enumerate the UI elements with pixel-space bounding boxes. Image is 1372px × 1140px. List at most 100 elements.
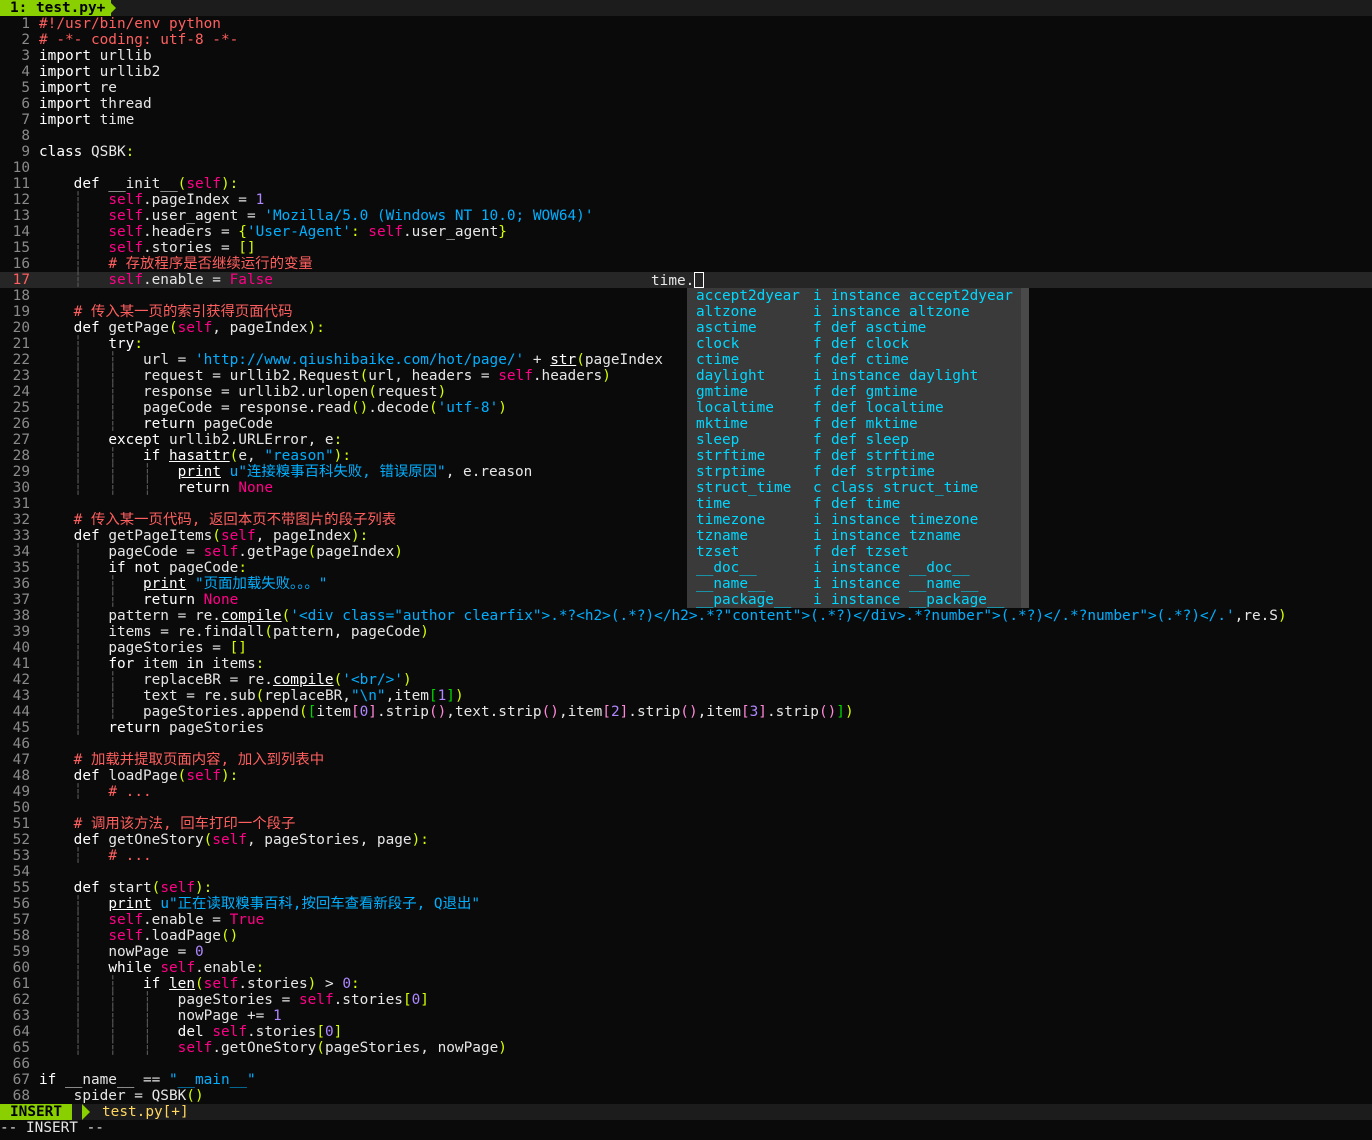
completion-word: sleep	[696, 432, 740, 448]
completion-item[interactable]: accept2dyear i instance accept2dyear	[687, 288, 1029, 304]
completion-item[interactable]: daylight i instance daylight	[687, 368, 1029, 384]
code-line[interactable]: 66	[0, 1056, 1372, 1072]
code-line[interactable]: 61 ┆ ┆ if len(self.stories) > 0:	[0, 976, 1372, 992]
code-line[interactable]: 23 ┆ ┆ request = urllib2.Request(url, he…	[0, 368, 1372, 384]
code-line[interactable]: 55 def start(self):	[0, 880, 1372, 896]
completion-kind: i	[813, 512, 822, 528]
line-number: 9	[21, 144, 30, 160]
code-line[interactable]: 49 ┆ # ...	[0, 784, 1372, 800]
code-line[interactable]: 15 ┆ self.stories = []	[0, 240, 1372, 256]
code-line[interactable]: 25 ┆ ┆ pageCode = response.read().decode…	[0, 400, 1372, 416]
line-number: 20	[12, 320, 30, 336]
completion-word: gmtime	[696, 384, 748, 400]
code-line[interactable]: 40 ┆ pageStories = []	[0, 640, 1372, 656]
completion-item[interactable]: time f def time	[687, 496, 1029, 512]
code-line[interactable]: 45 ┆ return pageStories	[0, 720, 1372, 736]
line-number: 55	[12, 880, 30, 896]
code-line[interactable]: 4 import urllib2	[0, 64, 1372, 80]
code-line[interactable]: 62 ┆ ┆ ┆ pageStories = self.stories[0]	[0, 992, 1372, 1008]
code-line[interactable]: 31	[0, 496, 1372, 512]
code-line[interactable]: 21 ┆ try:	[0, 336, 1372, 352]
line-number: 2	[21, 32, 30, 48]
code-line[interactable]: 53 ┆ # ...	[0, 848, 1372, 864]
code-line[interactable]: 52 def getOneStory(self, pageStories, pa…	[0, 832, 1372, 848]
code-line[interactable]: 67 if __name__ == "__main__"	[0, 1072, 1372, 1088]
code-line[interactable]: 64 ┆ ┆ ┆ del self.stories[0]	[0, 1024, 1372, 1040]
code-line[interactable]: 39 ┆ items = re.findall(pattern, pageCod…	[0, 624, 1372, 640]
code-line[interactable]: 58 ┆ self.loadPage()	[0, 928, 1372, 944]
code-line[interactable]: 7 import time	[0, 112, 1372, 128]
code-line[interactable]: 10	[0, 160, 1372, 176]
completion-menu[interactable]: accept2dyear i instance accept2dyear altzon…	[687, 288, 1029, 608]
code-line[interactable]: 30 ┆ ┆ ┆ return None	[0, 480, 1372, 496]
code-line[interactable]: 19 # 传入某一页的索引获得页面代码	[0, 304, 1372, 320]
code-line[interactable]: 24 ┆ ┆ response = urllib2.urlopen(reques…	[0, 384, 1372, 400]
code-line[interactable]: 14 ┆ self.headers = {'User-Agent': self.…	[0, 224, 1372, 240]
code-line[interactable]: 1 #!/usr/bin/env python	[0, 16, 1372, 32]
code-line[interactable]: 29 ┆ ┆ ┆ print u"连接糗事百科失败, 错误原因", e.reas…	[0, 464, 1372, 480]
code-line[interactable]: 17 ┆ self.enable = False time.	[0, 272, 1372, 289]
code-line[interactable]: 3 import urllib	[0, 48, 1372, 64]
code-line[interactable]: 56 ┆ print u"正在读取糗事百科,按回车查看新段子, Q退出"	[0, 896, 1372, 912]
code-line[interactable]: 33 def getPageItems(self, pageIndex):	[0, 528, 1372, 544]
code-line[interactable]: 47 # 加载并提取页面内容, 加入到列表中	[0, 752, 1372, 768]
code-line[interactable]: 8	[0, 128, 1372, 144]
completion-item[interactable]: mktime f def mktime	[687, 416, 1029, 432]
code-line[interactable]: 16 ┆ # 存放程序是否继续运行的变量	[0, 256, 1372, 272]
completion-item[interactable]: timezone i instance timezone	[687, 512, 1029, 528]
code-line[interactable]: 63 ┆ ┆ ┆ nowPage += 1	[0, 1008, 1372, 1024]
completion-item[interactable]: asctime f def asctime	[687, 320, 1029, 336]
code-line[interactable]: 12 ┆ self.pageIndex = 1	[0, 192, 1372, 208]
code-line[interactable]: 27 ┆ except urllib2.URLError, e:	[0, 432, 1372, 448]
code-line[interactable]: 41 ┆ for item in items:	[0, 656, 1372, 672]
code-line[interactable]: 46	[0, 736, 1372, 752]
completion-item[interactable]: ctime f def ctime	[687, 352, 1029, 368]
code-line[interactable]: 48 def loadPage(self):	[0, 768, 1372, 784]
code-line[interactable]: 35 ┆ if not pageCode:	[0, 560, 1372, 576]
command-line[interactable]: -- INSERT --	[0, 1120, 1372, 1136]
code-line[interactable]: 51 # 调用该方法, 回车打印一个段子	[0, 816, 1372, 832]
code-line[interactable]: 26 ┆ ┆ return pageCode	[0, 416, 1372, 432]
completion-item[interactable]: clock f def clock	[687, 336, 1029, 352]
completion-item[interactable]: altzone i instance altzone	[687, 304, 1029, 320]
editor-buffer[interactable]: 1 #!/usr/bin/env python 2 # -*- coding: utf…	[0, 16, 1372, 1104]
line-number: 1	[21, 16, 30, 32]
code-line[interactable]: 54	[0, 864, 1372, 880]
code-line[interactable]: 50	[0, 800, 1372, 816]
code-line[interactable]: 65 ┆ ┆ ┆ self.getOneStory(pageStories, n…	[0, 1040, 1372, 1056]
code-line[interactable]: 38 ┆ pattern = re.compile('<div class="a…	[0, 608, 1372, 624]
code-line[interactable]: 22 ┆ ┆ url = 'http://www.qiushibaike.com…	[0, 352, 1372, 368]
completion-item[interactable]: localtime f def localtime	[687, 400, 1029, 416]
code-line[interactable]: 44 ┆ ┆ pageStories.append([item[0].strip…	[0, 704, 1372, 720]
code-line[interactable]: 13 ┆ self.user_agent = 'Mozilla/5.0 (Win…	[0, 208, 1372, 224]
completion-item[interactable]: __name__ i instance __name__	[687, 576, 1029, 592]
completion-item[interactable]: gmtime f def gmtime	[687, 384, 1029, 400]
code-line[interactable]: 68 spider = QSBK()	[0, 1088, 1372, 1104]
tab-active[interactable]: 1: test.py+	[0, 0, 112, 16]
code-line[interactable]: 5 import re	[0, 80, 1372, 96]
code-line[interactable]: 37 ┆ ┆ return None	[0, 592, 1372, 608]
code-line[interactable]: 60 ┆ while self.enable:	[0, 960, 1372, 976]
completion-item[interactable]: struct_time c class struct_time	[687, 480, 1029, 496]
completion-item[interactable]: tzname i instance tzname	[687, 528, 1029, 544]
completion-item[interactable]: strftime f def strftime	[687, 448, 1029, 464]
code-line[interactable]: 6 import thread	[0, 96, 1372, 112]
code-line[interactable]: 36 ┆ ┆ print "页面加载失败。。。"	[0, 576, 1372, 592]
code-line[interactable]: 42 ┆ ┆ replaceBR = re.compile('<br/>')	[0, 672, 1372, 688]
code-line[interactable]: 28 ┆ ┆ if hasattr(e, "reason"):	[0, 448, 1372, 464]
completion-item[interactable]: strptime f def strptime	[687, 464, 1029, 480]
code-line[interactable]: 57 ┆ self.enable = True	[0, 912, 1372, 928]
code-line[interactable]: 20 def getPage(self, pageIndex):	[0, 320, 1372, 336]
code-line[interactable]: 32 # 传入某一页代码, 返回本页不带图片的段子列表	[0, 512, 1372, 528]
code-line[interactable]: 59 ┆ nowPage = 0	[0, 944, 1372, 960]
code-line[interactable]: 43 ┆ ┆ text = re.sub(replaceBR,"\n",item…	[0, 688, 1372, 704]
completion-item[interactable]: tzset f def tzset	[687, 544, 1029, 560]
completion-item[interactable]: __package__ i instance __package__	[687, 592, 1029, 608]
completion-item[interactable]: sleep f def sleep	[687, 432, 1029, 448]
code-line[interactable]: 2 # -*- coding: utf-8 -*-	[0, 32, 1372, 48]
code-line[interactable]: 9 class QSBK:	[0, 144, 1372, 160]
code-line[interactable]: 11 def __init__(self):	[0, 176, 1372, 192]
completion-item[interactable]: __doc__ i instance __doc__	[687, 560, 1029, 576]
code-line[interactable]: 34 ┆ pageCode = self.getPage(pageIndex)	[0, 544, 1372, 560]
code-line[interactable]: 18	[0, 288, 1372, 304]
